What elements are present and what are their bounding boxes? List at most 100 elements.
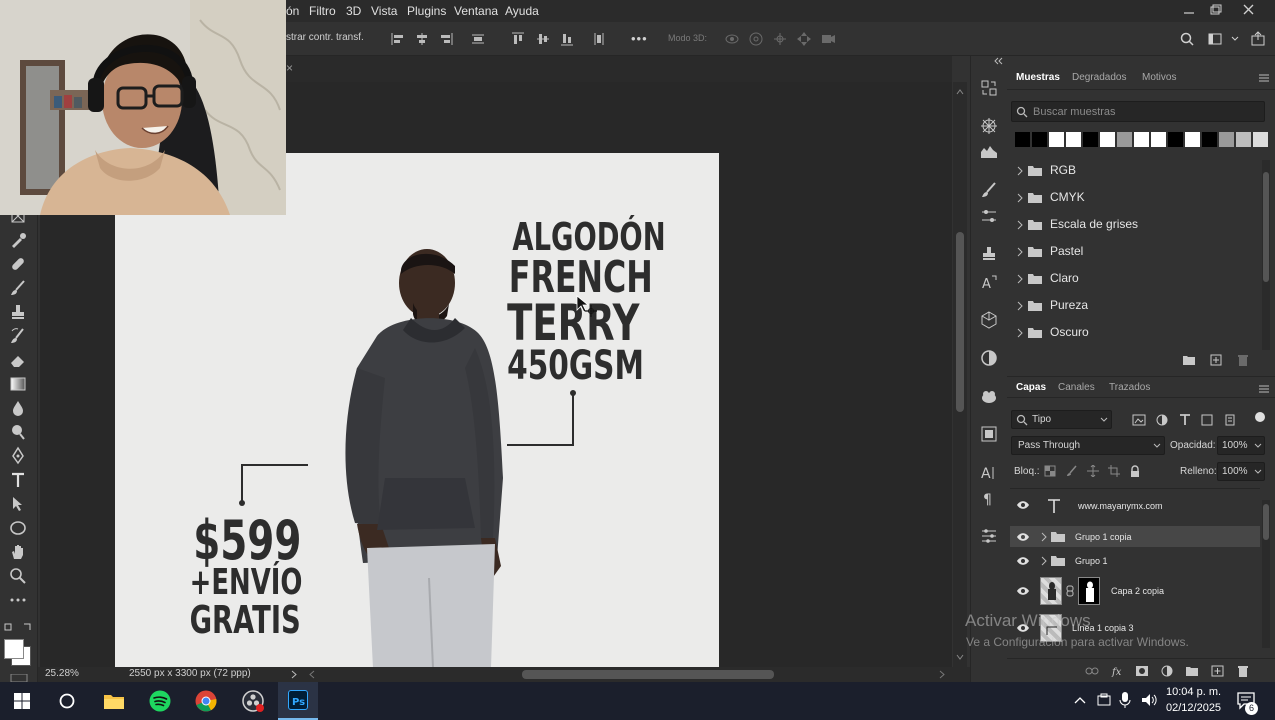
layers-panel-menu-icon[interactable] xyxy=(1258,384,1270,394)
chevron-down-icon[interactable] xyxy=(1230,31,1240,47)
lock-all-icon[interactable] xyxy=(1129,465,1141,477)
obs-studio-icon[interactable] xyxy=(240,688,266,714)
visibility-eye-icon[interactable] xyxy=(1016,586,1030,596)
visibility-eye-icon[interactable] xyxy=(1016,532,1030,542)
scroll-right-icon[interactable] xyxy=(938,670,946,679)
hand-tool-icon[interactable] xyxy=(8,542,28,562)
history-panel-icon[interactable] xyxy=(979,78,999,98)
color-swatch[interactable] xyxy=(1134,132,1149,147)
fill-field[interactable]: 100% xyxy=(1217,462,1265,481)
chevron-right-icon[interactable] xyxy=(1040,532,1048,542)
lock-artboard-icon[interactable] xyxy=(1108,465,1120,477)
align-right-icon[interactable] xyxy=(438,31,454,47)
task-view-icon[interactable] xyxy=(1096,692,1112,708)
libraries-panel-icon[interactable] xyxy=(979,386,999,406)
chrome-icon[interactable] xyxy=(193,688,219,714)
align-center-h-icon[interactable] xyxy=(414,31,430,47)
color-swatch[interactable] xyxy=(1219,132,1234,147)
filter-adjustment-icon[interactable] xyxy=(1155,413,1169,427)
dodge-tool-icon[interactable] xyxy=(8,422,28,442)
gradient-tool-icon[interactable] xyxy=(8,374,28,394)
tab-patterns[interactable]: Motivos xyxy=(1142,72,1176,83)
3d-orbit-icon[interactable] xyxy=(724,31,740,47)
zoom-tool-icon[interactable] xyxy=(8,566,28,586)
chevron-right-icon[interactable] xyxy=(1016,193,1024,203)
layer-thumbnail[interactable] xyxy=(1040,577,1062,605)
color-swatch[interactable] xyxy=(1151,132,1166,147)
color-swatch[interactable] xyxy=(1117,132,1132,147)
visibility-eye-icon[interactable] xyxy=(1016,500,1030,510)
eraser-tool-icon[interactable] xyxy=(8,350,28,370)
path-selection-icon[interactable] xyxy=(8,494,28,514)
lock-position-icon[interactable] xyxy=(1087,465,1099,477)
link-layers-icon[interactable] xyxy=(1085,665,1099,677)
swatch-folder-pastel[interactable]: Pastel xyxy=(1010,239,1260,266)
opacity-field[interactable]: 100% xyxy=(1217,436,1265,455)
menu-item-help[interactable]: Ayuda xyxy=(505,4,539,18)
lock-pixels-icon[interactable] xyxy=(1066,465,1078,477)
menu-item-plugins[interactable]: Plugins xyxy=(407,4,446,18)
color-swatch[interactable] xyxy=(1015,132,1030,147)
histogram-panel-icon[interactable] xyxy=(979,142,999,162)
chevron-right-icon[interactable] xyxy=(1016,274,1024,284)
layer-name[interactable]: Grupo 1 xyxy=(1075,556,1108,566)
color-swatch[interactable] xyxy=(1185,132,1200,147)
chevron-right-icon[interactable] xyxy=(290,670,298,679)
link-icon[interactable] xyxy=(1066,585,1074,597)
layer-row-group-copy[interactable]: Grupo 1 copia xyxy=(1010,526,1260,547)
adjustments-panel-icon[interactable] xyxy=(979,348,999,368)
color-swatch[interactable] xyxy=(1049,132,1064,147)
filter-type-icon[interactable] xyxy=(1178,413,1192,427)
menu-item-edit[interactable]: ón xyxy=(286,4,299,18)
filter-pixel-icon[interactable] xyxy=(1132,413,1146,427)
swatch-folder-escala-de-grises[interactable]: Escala de grises xyxy=(1010,212,1260,239)
delete-swatch-icon[interactable] xyxy=(1237,354,1249,366)
layers-scroll-thumb[interactable] xyxy=(1263,504,1269,540)
blur-tool-icon[interactable] xyxy=(8,398,28,418)
chevron-right-icon[interactable] xyxy=(1040,556,1048,566)
3d-panel-icon[interactable] xyxy=(979,310,999,330)
new-layer-icon[interactable] xyxy=(1211,665,1225,677)
add-mask-icon[interactable] xyxy=(1135,665,1149,677)
distribute-v-icon[interactable] xyxy=(591,31,607,47)
tab-swatches[interactable]: Muestras xyxy=(1016,72,1060,83)
swatches-scrollbar[interactable] xyxy=(1262,160,1270,350)
filter-shape-icon[interactable] xyxy=(1200,413,1214,427)
windows-start-icon[interactable] xyxy=(9,688,35,714)
filter-toggle-icon[interactable] xyxy=(1255,412,1265,422)
type-tool-icon[interactable] xyxy=(8,470,28,490)
swatch-search-field[interactable]: Buscar muestras xyxy=(1011,101,1265,122)
lock-transparency-icon[interactable] xyxy=(1044,465,1056,477)
new-swatch-icon[interactable] xyxy=(1210,354,1222,366)
layer-name[interactable]: Capa 2 copia xyxy=(1111,586,1164,596)
restore-button[interactable] xyxy=(1206,2,1224,18)
menu-item-3d[interactable]: 3D xyxy=(346,4,361,18)
align-bottom-icon[interactable] xyxy=(559,31,575,47)
new-adjustment-icon[interactable] xyxy=(1160,665,1174,677)
spotify-icon[interactable] xyxy=(147,688,173,714)
quick-mask-icon[interactable] xyxy=(9,674,29,682)
layers-scrollbar[interactable] xyxy=(1262,500,1270,648)
layer-filter-select[interactable]: Tipo xyxy=(1011,410,1112,429)
file-explorer-icon[interactable] xyxy=(101,688,127,714)
scroll-left-icon[interactable] xyxy=(308,670,316,679)
align-middle-v-icon[interactable] xyxy=(535,31,551,47)
character-panel-icon[interactable]: A xyxy=(979,462,999,482)
menu-item-filter[interactable]: Filtro xyxy=(309,4,336,18)
healing-brush-icon[interactable] xyxy=(8,254,28,274)
brush-settings-panel-icon[interactable] xyxy=(979,206,999,226)
chevron-right-icon[interactable] xyxy=(1016,328,1024,338)
document-canvas[interactable]: ALGODÓN FRENCH TERRY 450GSM $599 +ENVÍO … xyxy=(115,153,719,667)
more-options-button[interactable]: ••• xyxy=(631,31,648,46)
speaker-icon[interactable] xyxy=(1140,692,1158,708)
distribute-h-icon[interactable] xyxy=(470,31,486,47)
color-swatch[interactable] xyxy=(1066,132,1081,147)
zoom-level[interactable]: 25.28% xyxy=(45,668,79,679)
3d-slide-icon[interactable] xyxy=(796,31,812,47)
layer-style-icon[interactable]: fx xyxy=(1111,665,1125,677)
close-tab-button[interactable]: × xyxy=(286,61,293,75)
show-transform-controls-label[interactable]: strar contr. transf. xyxy=(286,32,364,43)
scroll-up-icon[interactable] xyxy=(956,88,964,96)
microphone-icon[interactable] xyxy=(1119,691,1131,709)
taskbar-date[interactable]: 02/12/2025 xyxy=(1166,702,1221,714)
